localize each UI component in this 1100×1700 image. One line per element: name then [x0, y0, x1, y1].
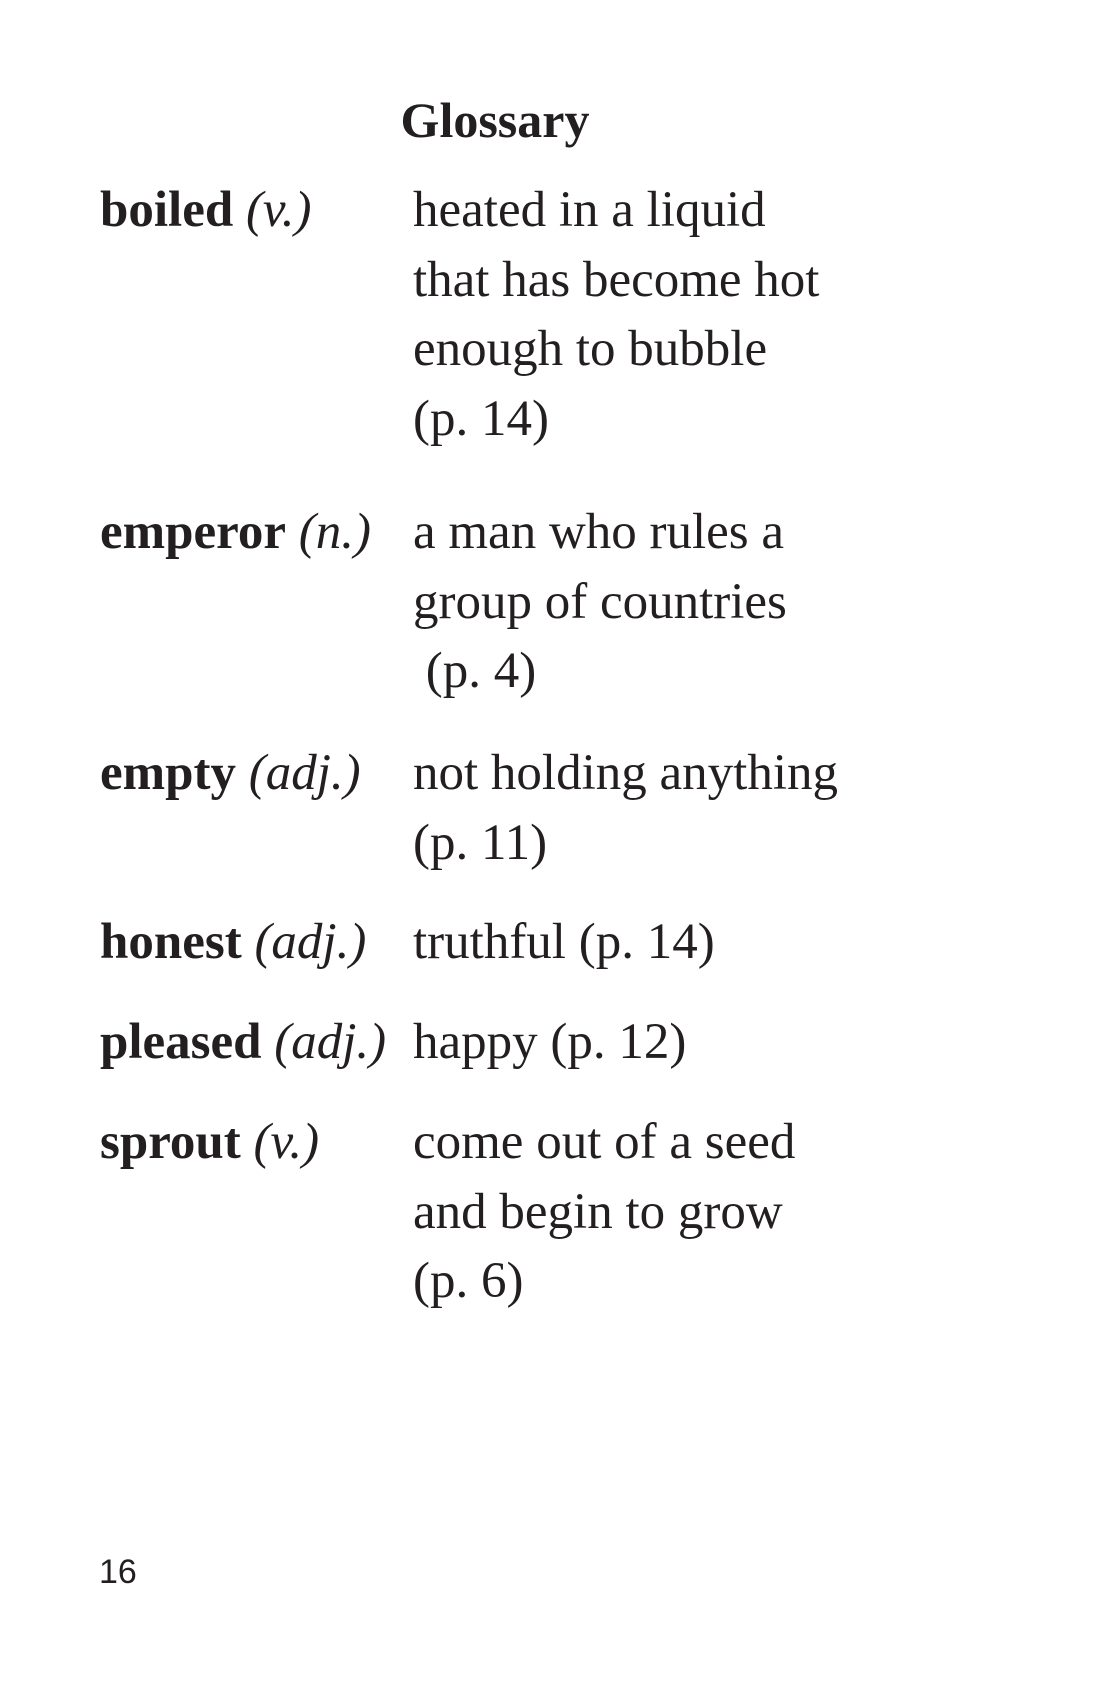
term-definition: not holding anything (p. 11)	[413, 739, 973, 878]
term-word: boiled	[100, 182, 234, 238]
term-definition: happy (p. 12)	[413, 1008, 973, 1078]
page-title: Glossary	[0, 88, 1100, 152]
definition-line: and begin to grow	[413, 1183, 783, 1240]
term-definition: heated in a liquid that has become hot e…	[413, 176, 973, 454]
definition-line: (p. 4)	[413, 643, 537, 699]
term-word: honest	[100, 914, 242, 970]
definition-line: enough to bubble	[413, 321, 768, 377]
definition-line: happy (p. 12)	[413, 1014, 687, 1070]
term-definition: come out of a seed and begin to grow (p.…	[413, 1108, 973, 1317]
term-word: sprout	[100, 1114, 241, 1170]
definition-line: come out of a seed	[413, 1114, 796, 1170]
definition-line: that has become hot	[413, 251, 820, 308]
glossary-term: empty (adj.)	[100, 739, 361, 809]
definition-line: (p. 14)	[413, 390, 549, 447]
part-of-speech: (v.)	[253, 1114, 320, 1170]
glossary-term: sprout (v.)	[100, 1108, 319, 1178]
term-definition: truthful (p. 14)	[413, 908, 973, 978]
page-number: 16	[99, 1553, 137, 1591]
part-of-speech: (n.)	[298, 504, 371, 560]
part-of-speech: (adj.)	[254, 914, 367, 970]
glossary-page: Glossary boiled (v.) heated in a liquid …	[0, 0, 1100, 1700]
part-of-speech: (v.)	[245, 182, 312, 238]
term-definition: a man who rules a group of countries (p.…	[413, 498, 973, 707]
glossary-term: boiled (v.)	[100, 176, 312, 246]
part-of-speech: (adj.)	[274, 1014, 387, 1070]
definition-line: not holding anything	[413, 745, 838, 801]
glossary-term: pleased (adj.)	[100, 1008, 386, 1078]
definition-line: truthful (p. 14)	[413, 914, 715, 970]
definition-line: (p. 11)	[413, 814, 548, 871]
page-title-text: Glossary	[400, 92, 590, 148]
definition-line: (p. 6)	[413, 1253, 524, 1309]
definition-line: heated in a liquid	[413, 182, 766, 238]
glossary-term: emperor (n.)	[100, 498, 371, 568]
glossary-term: honest (adj.)	[100, 908, 366, 978]
definition-line: group of countries	[413, 573, 787, 630]
term-word: empty	[100, 745, 236, 801]
term-word: pleased	[100, 1014, 262, 1070]
definition-line: a man who rules a	[413, 504, 785, 560]
part-of-speech: (adj.)	[248, 745, 361, 801]
term-word: emperor	[100, 504, 286, 560]
